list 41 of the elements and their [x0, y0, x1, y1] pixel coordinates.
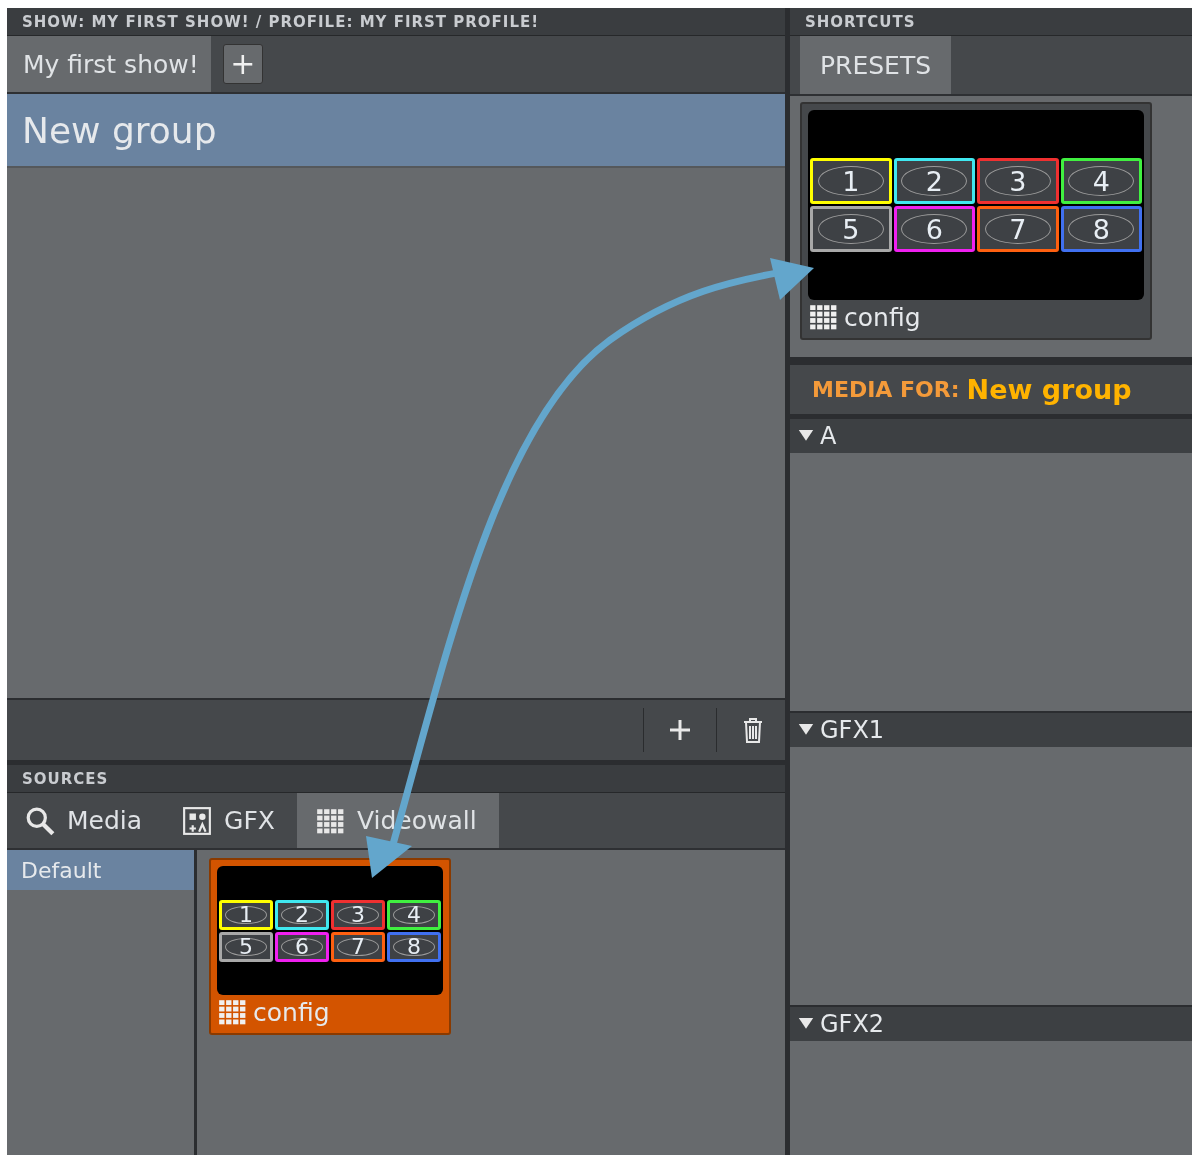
add-tab-button[interactable]: +: [222, 44, 263, 84]
screen-cell: 4: [387, 899, 441, 930]
screen-cell: 2: [275, 899, 329, 930]
screen-cell: 1: [810, 158, 892, 204]
screen-cell: 8: [387, 931, 441, 962]
screen-cell: 6: [275, 931, 329, 962]
graphics-icon: [182, 805, 213, 836]
screen-cell: 8: [1060, 206, 1142, 252]
presets-tab[interactable]: PRESETS: [800, 36, 952, 94]
screen-cell: 2: [893, 158, 975, 204]
screen-cell: 7: [331, 931, 385, 962]
show-tab[interactable]: My first show!: [7, 36, 211, 92]
screen-cell: 3: [977, 158, 1059, 204]
screen-cell: 4: [1060, 158, 1142, 204]
screen-cell: 1: [219, 899, 273, 930]
grid-icon: [808, 302, 838, 332]
grid-icon: [217, 997, 247, 1027]
videowall-item[interactable]: 1 2 3 4 5 6 7 8 config: [209, 858, 451, 1035]
screen-cell: 5: [810, 206, 892, 252]
screen-cell: 3: [331, 899, 385, 930]
panel-title: SOURCES: [7, 765, 785, 793]
section-header[interactable]: GFX1: [790, 711, 1192, 747]
expand-triangle-icon: [798, 430, 814, 442]
source-tab[interactable]: Media: [7, 793, 165, 848]
panel-title: SHORTCUTS: [790, 8, 1192, 36]
panel-title: SHOW: MY FIRST SHOW! / PROFILE: MY FIRST PROFILE!: [7, 8, 785, 36]
trash-icon[interactable]: [741, 716, 765, 744]
screen-cell: 7: [977, 206, 1059, 252]
item-label: config: [844, 302, 921, 332]
section-header[interactable]: GFX2: [790, 1005, 1192, 1041]
screen-cell: 5: [219, 931, 273, 962]
media-group-name: New group: [966, 374, 1132, 405]
search-icon: [25, 805, 55, 836]
screen-cell: 6: [893, 206, 975, 252]
expand-triangle-icon: [798, 1018, 814, 1030]
item-label: config: [253, 997, 330, 1027]
section-header[interactable]: A: [790, 417, 1192, 453]
source-tab[interactable]: GFX: [164, 793, 297, 848]
preset-item[interactable]: 1 2 3 4 5 6 7 8 config: [800, 102, 1152, 340]
media-heading-label: MEDIA FOR:: [812, 377, 960, 402]
expand-triangle-icon: [798, 724, 814, 736]
